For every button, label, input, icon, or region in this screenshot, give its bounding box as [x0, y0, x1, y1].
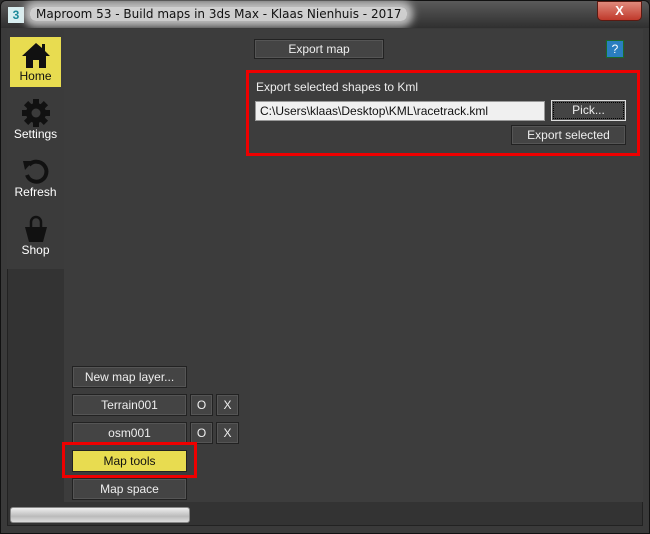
- home-icon: [21, 43, 50, 68]
- progress-bar: [10, 507, 190, 523]
- shopping-bag-icon: [24, 215, 47, 242]
- export-map-button[interactable]: Export map: [254, 39, 384, 59]
- window-title: Maproom 53 - Build maps in 3ds Max - Kla…: [30, 7, 408, 21]
- section-title: Export selected shapes to Kml: [256, 80, 419, 94]
- sidebar-item-settings[interactable]: Settings: [10, 95, 61, 145]
- layer-osm001-delete-button[interactable]: X: [216, 422, 239, 444]
- help-button[interactable]: ?: [606, 40, 624, 58]
- sidebar-item-label: Shop: [21, 243, 50, 257]
- sidebar-item-label: Refresh: [14, 185, 57, 199]
- sidebar-item-shop[interactable]: Shop: [10, 211, 61, 261]
- export-selected-button[interactable]: Export selected: [511, 125, 626, 145]
- kml-path-input[interactable]: [255, 101, 545, 121]
- pick-button[interactable]: Pick...: [551, 100, 626, 121]
- layer-terrain001-open-button[interactable]: O: [190, 394, 213, 416]
- sidebar-item-refresh[interactable]: Refresh: [10, 153, 61, 203]
- gear-icon: [21, 99, 50, 127]
- layer-osm001-open-button[interactable]: O: [190, 422, 213, 444]
- layer-terrain001-delete-button[interactable]: X: [216, 394, 239, 416]
- layer-osm001-button[interactable]: osm001: [72, 422, 187, 444]
- highlight-map-tools: [62, 442, 197, 478]
- new-map-layer-button[interactable]: New map layer...: [72, 366, 187, 388]
- layer-terrain001-button[interactable]: Terrain001: [72, 394, 187, 416]
- sidebar: Home Settings Refresh Shop: [7, 29, 64, 269]
- app-icon: 3: [8, 7, 24, 23]
- sidebar-item-label: Settings: [13, 127, 58, 141]
- close-button[interactable]: X: [597, 1, 642, 21]
- sidebar-item-home[interactable]: Home: [10, 37, 61, 87]
- sidebar-item-label: Home: [19, 69, 52, 83]
- map-space-button[interactable]: Map space: [72, 478, 187, 500]
- refresh-icon: [22, 159, 48, 184]
